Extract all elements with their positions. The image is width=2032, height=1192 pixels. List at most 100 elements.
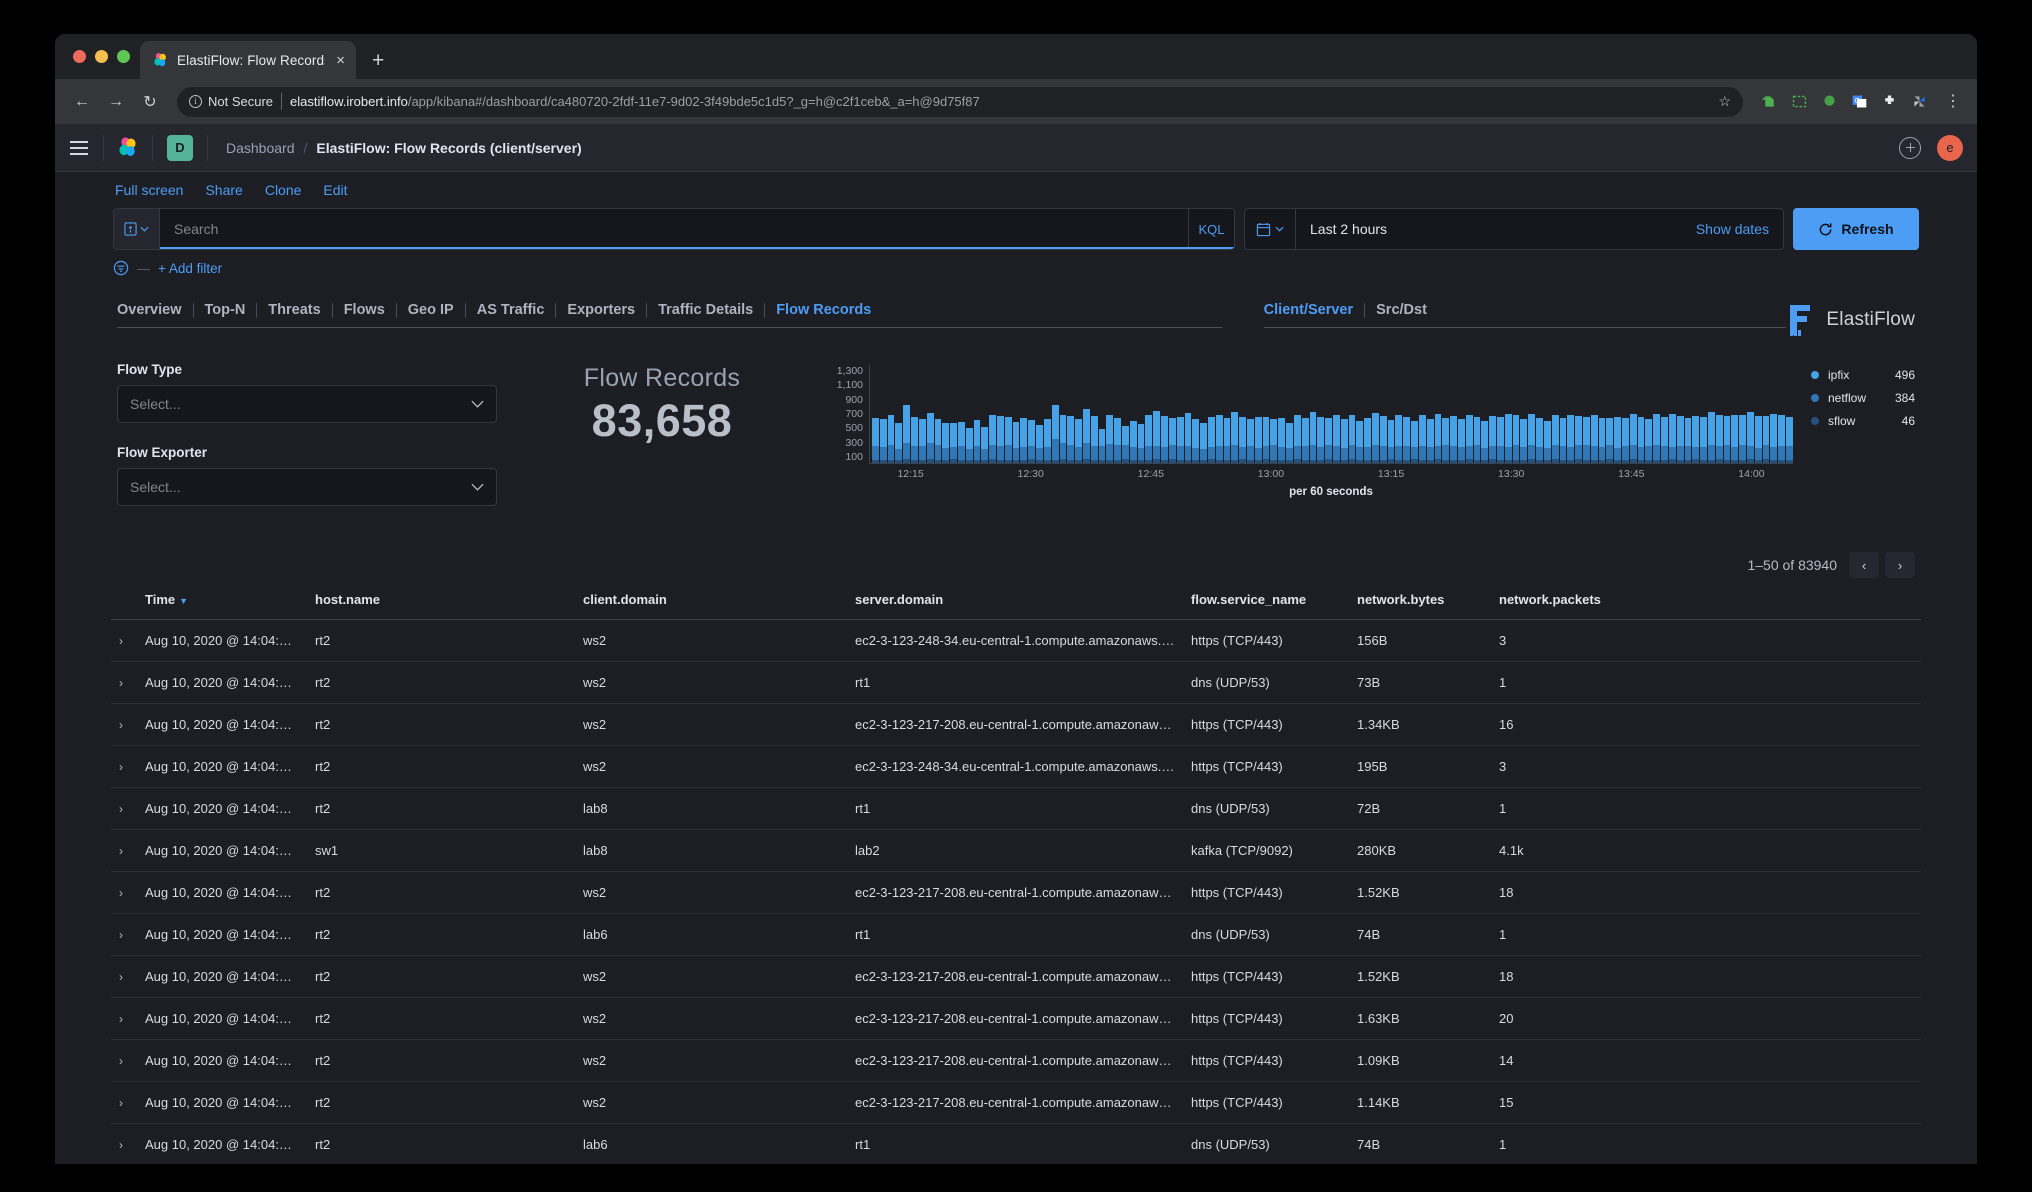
expand-row-button[interactable]: › bbox=[111, 913, 137, 956]
chart-bar[interactable] bbox=[926, 412, 934, 463]
clone-button[interactable]: Clone bbox=[265, 182, 302, 198]
expand-row-button[interactable]: › bbox=[111, 745, 137, 788]
minimize-window-button[interactable] bbox=[95, 50, 108, 63]
close-window-button[interactable] bbox=[73, 50, 86, 63]
flow-exporter-select[interactable]: Select... bbox=[117, 468, 497, 506]
chart-bar[interactable] bbox=[1512, 415, 1520, 463]
chart-bar[interactable] bbox=[973, 420, 981, 463]
tab-exporters[interactable]: Exporters bbox=[556, 302, 646, 318]
chart-bar[interactable] bbox=[1715, 414, 1723, 463]
chart-bar[interactable] bbox=[1239, 416, 1246, 463]
column-header-network-bytes[interactable]: network.bytes bbox=[1349, 586, 1491, 620]
chart-bar[interactable] bbox=[1012, 422, 1020, 463]
data-view-selector-button[interactable] bbox=[114, 209, 160, 249]
table-row[interactable]: › Aug 10, 2020 @ 14:04:27.000 rt2 lab8 rt1 dn… bbox=[111, 787, 1921, 830]
chart-bar[interactable] bbox=[1340, 419, 1348, 463]
column-header-flow-service-name[interactable]: flow.service_name bbox=[1183, 586, 1349, 620]
chart-bar[interactable] bbox=[1450, 416, 1457, 463]
chart-bar[interactable] bbox=[965, 427, 973, 463]
chart-bar[interactable] bbox=[1254, 416, 1262, 463]
query-language-button[interactable]: KQL bbox=[1188, 209, 1234, 249]
table-row[interactable]: › Aug 10, 2020 @ 14:04:24.000 rt2 ws2 ec2-3-… bbox=[111, 1081, 1921, 1124]
chart-bar[interactable] bbox=[911, 417, 918, 463]
chart-bar[interactable] bbox=[1020, 417, 1028, 463]
time-range-value[interactable]: Last 2 hours bbox=[1296, 221, 1696, 237]
chart-bar[interactable] bbox=[1418, 415, 1426, 463]
tab-flow-records[interactable]: Flow Records bbox=[765, 302, 882, 318]
column-header-host-name[interactable]: host.name bbox=[307, 586, 575, 620]
location-pin-extension-icon[interactable] bbox=[1821, 93, 1838, 110]
chart-bar[interactable] bbox=[1442, 417, 1450, 463]
chart-bar[interactable] bbox=[1739, 415, 1746, 463]
chart-bar[interactable] bbox=[1465, 414, 1473, 463]
chart-bar[interactable] bbox=[1637, 417, 1645, 463]
chart-bar[interactable] bbox=[1364, 418, 1371, 463]
chart-bar[interactable] bbox=[1543, 420, 1551, 463]
chart-bar[interactable] bbox=[1426, 418, 1434, 463]
chart-bar[interactable] bbox=[1043, 418, 1051, 463]
chart-bar[interactable] bbox=[1731, 414, 1739, 463]
chart-bar[interactable] bbox=[997, 416, 1004, 463]
elastic-logo-icon[interactable] bbox=[104, 124, 152, 172]
tab-top-n[interactable]: Top-N bbox=[194, 302, 257, 318]
table-row[interactable]: › Aug 10, 2020 @ 14:04:27.000 rt2 ws2 ec2-3-… bbox=[111, 703, 1921, 746]
google-translate-extension-icon[interactable]: G bbox=[1851, 93, 1868, 110]
expand-row-button[interactable]: › bbox=[111, 1081, 137, 1124]
tab-overview[interactable]: Overview bbox=[117, 302, 193, 318]
chart-bar[interactable] bbox=[1567, 415, 1575, 463]
chart-bar[interactable] bbox=[1395, 414, 1403, 463]
chart-bar[interactable] bbox=[1114, 418, 1121, 463]
tab-geo-ip[interactable]: Geo IP bbox=[397, 302, 465, 318]
chart-bar[interactable] bbox=[887, 415, 895, 463]
chart-bar[interactable] bbox=[1028, 419, 1036, 463]
chart-bar[interactable] bbox=[903, 405, 911, 463]
new-tab-button[interactable]: + bbox=[372, 50, 384, 71]
table-row[interactable]: › Aug 10, 2020 @ 14:04:25.800 sw1 lab8 lab2 k… bbox=[111, 829, 1921, 872]
chart-bar[interactable] bbox=[1434, 414, 1442, 463]
chart-bar[interactable] bbox=[1504, 414, 1512, 463]
add-filter-button[interactable]: + Add filter bbox=[158, 261, 222, 276]
column-header-time[interactable]: Time ▼ bbox=[137, 586, 307, 620]
forward-button[interactable]: → bbox=[101, 87, 131, 117]
chart-bar[interactable] bbox=[895, 423, 903, 463]
chart-bar[interactable] bbox=[1614, 417, 1621, 463]
chart-bar[interactable] bbox=[1200, 423, 1207, 463]
table-row[interactable]: › Aug 10, 2020 @ 14:04:24.000 rt2 lab6 rt1 dn… bbox=[111, 1123, 1921, 1164]
expand-row-button[interactable]: › bbox=[111, 829, 137, 872]
chart-bar[interactable] bbox=[1231, 411, 1239, 463]
chart-bar[interactable] bbox=[1098, 429, 1106, 463]
expand-row-button[interactable]: › bbox=[111, 1039, 137, 1082]
show-dates-button[interactable]: Show dates bbox=[1696, 221, 1783, 237]
chart-bar[interactable] bbox=[1356, 420, 1364, 463]
filter-icon[interactable] bbox=[113, 260, 129, 276]
table-row[interactable]: › Aug 10, 2020 @ 14:04:24.000 rt2 ws2 ec2-3-… bbox=[111, 955, 1921, 998]
reload-button[interactable]: ↻ bbox=[135, 87, 165, 117]
chart-bar[interactable] bbox=[1707, 412, 1715, 463]
user-avatar[interactable]: e bbox=[1937, 134, 1963, 161]
maximize-window-button[interactable] bbox=[117, 50, 130, 63]
chart-bar[interactable] bbox=[1598, 418, 1606, 463]
chart-bar[interactable] bbox=[1207, 417, 1215, 463]
edit-button[interactable]: Edit bbox=[323, 182, 347, 198]
chart-bar[interactable] bbox=[1293, 414, 1301, 463]
chart-bar[interactable] bbox=[1520, 419, 1528, 463]
chart-bar[interactable] bbox=[1489, 415, 1496, 463]
chart-bar[interactable] bbox=[1075, 418, 1082, 463]
column-header-client-domain[interactable]: client.domain bbox=[575, 586, 847, 620]
flow-type-select[interactable]: Select... bbox=[117, 385, 497, 423]
chart-bar[interactable] bbox=[1223, 418, 1231, 463]
search-input[interactable] bbox=[160, 209, 1188, 249]
column-header-network-packets[interactable]: network.packets bbox=[1491, 586, 1921, 620]
chart-bar[interactable] bbox=[1481, 421, 1489, 463]
tab-traffic-details[interactable]: Traffic Details bbox=[647, 302, 764, 318]
chart-bar[interactable] bbox=[1137, 424, 1145, 463]
chart-bar[interactable] bbox=[1778, 415, 1786, 463]
chart-bar[interactable] bbox=[1286, 423, 1293, 463]
chart-bar[interactable] bbox=[1676, 415, 1684, 463]
chart-bar[interactable] bbox=[1145, 415, 1153, 463]
puzzle-extensions-icon[interactable] bbox=[1881, 93, 1898, 110]
table-row[interactable]: › Aug 10, 2020 @ 14:04:24.000 rt2 ws2 ec2-3-… bbox=[111, 871, 1921, 914]
back-button[interactable]: ← bbox=[67, 87, 97, 117]
chart-bar[interactable] bbox=[1192, 419, 1200, 463]
browser-tab[interactable]: ElastiFlow: Flow Records (clien × bbox=[140, 41, 356, 79]
